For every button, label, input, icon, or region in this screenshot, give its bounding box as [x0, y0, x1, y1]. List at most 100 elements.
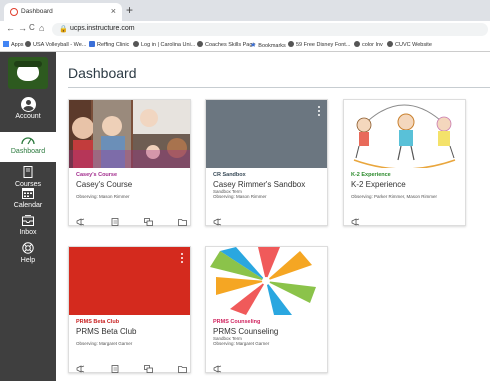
discussions-icon[interactable] — [144, 360, 153, 373]
bookmark-disney-font[interactable]: 59 Free Disney Font... — [288, 41, 350, 48]
course-card-image[interactable] — [206, 247, 327, 315]
reload-button[interactable]: C — [29, 23, 35, 32]
course-card-body: CR Sandbox Casey Rimmer's Sandbox Sandbo… — [213, 172, 325, 199]
course-card-color-block[interactable] — [206, 100, 327, 168]
course-name[interactable]: Casey's Course — [76, 180, 188, 189]
observing-text: Observing: Parker Rimmer, Mason Rimmer — [351, 194, 438, 199]
nav-help-label: Help — [20, 257, 36, 264]
bookmark-color-inv[interactable]: color Inv — [354, 41, 383, 48]
card-actions — [213, 360, 325, 373]
home-button[interactable]: ⌂ — [39, 23, 44, 33]
canvas-favicon-icon — [10, 8, 18, 16]
course-card-body: Casey's Course Casey's Course Observing:… — [76, 172, 188, 199]
course-code[interactable]: PRMS Counseling — [213, 319, 325, 325]
announcements-icon[interactable] — [213, 213, 222, 226]
observing-text: Observing: Margaret Garner — [76, 341, 133, 346]
course-name[interactable]: PRMS Counseling — [213, 327, 325, 336]
inbox-icon — [0, 215, 56, 228]
doc-icon — [89, 41, 95, 47]
observing-text: Observing: Margaret Garner — [213, 341, 270, 346]
globe-icon — [288, 41, 294, 47]
bookmark-cuvc[interactable]: CUVC Website — [387, 41, 432, 48]
forward-button[interactable]: → — [18, 23, 27, 33]
title-divider — [68, 87, 490, 88]
globe-icon — [387, 41, 393, 47]
courses-book-icon — [0, 166, 56, 180]
card-options-kebab-icon[interactable] — [318, 106, 321, 118]
nav-calendar-label: Calendar — [13, 202, 43, 209]
logo-cap — [14, 61, 42, 67]
course-code[interactable]: K-2 Experience — [351, 172, 463, 178]
course-card-body: PRMS Beta Club PRMS Beta Club Observing:… — [76, 319, 188, 346]
url-text: ucps.instructure.com — [70, 25, 135, 32]
card-actions — [213, 213, 325, 226]
course-card-cr-sandbox[interactable]: CR Sandbox Casey Rimmer's Sandbox Sandbo… — [205, 99, 328, 226]
files-folder-icon[interactable] — [178, 213, 187, 226]
announcements-icon[interactable] — [76, 213, 85, 226]
main-content: Dashboard Casey's Course Casey's Course … — [56, 52, 490, 381]
globe-icon — [133, 41, 139, 47]
school-logo[interactable] — [8, 57, 48, 89]
course-card-prms-beta-club[interactable]: PRMS Beta Club PRMS Beta Club Observing:… — [68, 246, 191, 373]
nav-calendar[interactable]: Calendar — [0, 188, 56, 209]
close-tab-icon[interactable]: × — [111, 6, 116, 16]
bookmark-usa-volleyball[interactable]: USA Volleyball - We... — [25, 41, 86, 48]
nav-dashboard-label: Dashboard — [10, 148, 46, 155]
back-button[interactable]: ← — [6, 23, 15, 33]
course-code[interactable]: CR Sandbox — [213, 172, 325, 178]
bookmark-bookmarks[interactable]: ★ Bookmarks — [250, 41, 286, 49]
apps-grid-icon — [3, 41, 9, 47]
dashboard-icon — [0, 135, 56, 147]
course-card-k2-experience[interactable]: K-2 Experience K-2 Experience Observing:… — [343, 99, 466, 226]
course-card-body: PRMS Counseling PRMS Counseling Sandbox … — [213, 319, 325, 346]
bookmark-reffing-clinic[interactable]: Reffing Clinic — [89, 41, 129, 48]
globe-icon — [354, 41, 360, 47]
browser-tab[interactable]: Dashboard × — [4, 3, 122, 21]
course-code[interactable]: PRMS Beta Club — [76, 319, 188, 325]
course-code[interactable]: Casey's Course — [76, 172, 188, 178]
nav-courses[interactable]: Courses — [0, 166, 56, 188]
nav-account[interactable]: Account — [0, 97, 56, 120]
course-card-image[interactable] — [69, 100, 190, 168]
nav-inbox[interactable]: Inbox — [0, 215, 56, 236]
card-actions — [76, 360, 188, 373]
course-card-prms-counseling[interactable]: PRMS Counseling PRMS Counseling Sandbox … — [205, 246, 328, 373]
bookmark-coaches[interactable]: Coaches Skills Page — [197, 41, 255, 48]
global-nav: Account Dashboard Courses Calendar Inbox… — [0, 52, 56, 381]
card-actions — [76, 213, 188, 226]
url-bar[interactable]: 🔒 ucps.instructure.com — [52, 23, 488, 36]
nav-help[interactable]: Help — [0, 242, 56, 264]
globe-icon — [197, 41, 203, 47]
course-card-caseys-course[interactable]: Casey's Course Casey's Course Observing:… — [68, 99, 191, 226]
nav-courses-label: Courses — [14, 181, 42, 188]
globe-icon — [25, 41, 31, 47]
announcements-icon[interactable] — [213, 360, 222, 373]
assignments-icon[interactable] — [111, 360, 120, 373]
page-title: Dashboard — [68, 65, 137, 81]
bookmark-carolina[interactable]: Log in | Carolina Uni... — [133, 41, 195, 48]
browser-chrome: Dashboard × + ← → C ⌂ 🔒 ucps.instructure… — [0, 0, 490, 52]
account-avatar-icon — [20, 97, 36, 112]
course-name[interactable]: K-2 Experience — [351, 180, 463, 189]
course-name[interactable]: Casey Rimmer's Sandbox — [213, 180, 325, 189]
files-folder-icon[interactable] — [178, 360, 187, 373]
bookmark-apps[interactable]: Apps — [3, 41, 24, 48]
course-card-body: K-2 Experience K-2 Experience Observing:… — [351, 172, 463, 199]
course-name[interactable]: PRMS Beta Club — [76, 327, 188, 336]
discussions-icon[interactable] — [144, 213, 153, 226]
lock-icon: 🔒 — [59, 26, 68, 33]
address-row: ← → C ⌂ 🔒 ucps.instructure.com — [0, 21, 490, 38]
announcements-icon[interactable] — [76, 360, 85, 373]
nav-account-label: Account — [15, 113, 41, 120]
tab-bar: Dashboard × + — [0, 0, 490, 21]
course-card-color-block[interactable] — [69, 247, 190, 315]
assignments-icon[interactable] — [111, 213, 120, 226]
new-tab-button[interactable]: + — [126, 3, 133, 17]
card-options-kebab-icon[interactable] — [181, 253, 184, 265]
help-lifebuoy-icon — [0, 242, 56, 256]
observing-text: Observing: Mason Rimmer — [76, 194, 130, 199]
nav-dashboard[interactable]: Dashboard — [0, 132, 56, 162]
course-card-image[interactable] — [344, 100, 465, 168]
announcements-icon[interactable] — [351, 213, 360, 226]
card-actions — [351, 213, 463, 226]
